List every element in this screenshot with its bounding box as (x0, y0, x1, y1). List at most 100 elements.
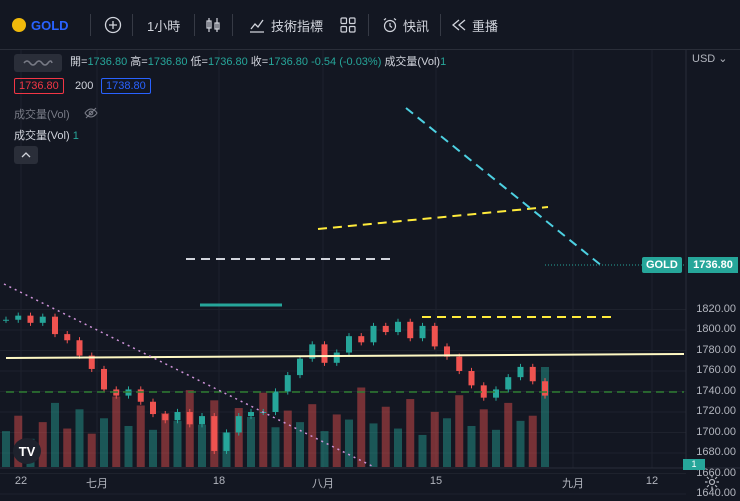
volume-bar (247, 417, 255, 467)
volume-bar (51, 402, 59, 467)
candle-body (272, 391, 279, 412)
candle-body (199, 416, 205, 425)
candle-body (529, 366, 536, 382)
candle-body (468, 371, 475, 386)
volume-bar (492, 429, 500, 467)
last-price-symbol-tag: GOLD (642, 257, 682, 273)
candle-body (297, 358, 303, 376)
sell-price-badge[interactable]: 1736.80 (14, 78, 64, 94)
time-tick-label: 八月 (312, 478, 334, 490)
volume-bar (467, 425, 476, 467)
candle-body (321, 344, 328, 363)
volume-bar (369, 423, 378, 467)
chevron-down-icon: ⌄ (718, 53, 728, 65)
candle-body (64, 334, 71, 341)
candle-body (407, 321, 414, 339)
volume-bar (528, 415, 537, 467)
tradingview-logo[interactable]: TV (13, 438, 41, 464)
time-tick-label: 七月 (86, 478, 108, 490)
volume-bar (112, 396, 121, 467)
change-value: -0.54 (-0.03%) (311, 56, 382, 68)
volume-bar (259, 392, 268, 467)
candle-body (3, 319, 9, 321)
volume-bar (418, 434, 427, 467)
candle-body (248, 412, 254, 417)
close-value: 1736.80 (268, 56, 308, 68)
price-tick-label: 1700.00 (696, 425, 736, 438)
candle-body (235, 416, 242, 433)
candle-body (419, 325, 426, 339)
volume-legend-value: 1 (440, 56, 447, 68)
spread-label: 200 (75, 80, 94, 92)
collapse-legend-button[interactable] (14, 54, 62, 72)
volume-bar (345, 419, 353, 467)
time-tick-label: 12 (645, 475, 659, 487)
candle-body (517, 366, 524, 378)
volume-bar (406, 399, 415, 467)
candle-body (150, 401, 156, 415)
gear-icon[interactable] (704, 474, 720, 490)
candle-body (431, 325, 438, 347)
volume-indicator-label: 成交量(Vol) 1 (14, 130, 79, 142)
ohlc-legend: 開=1736.80 高=1736.80 低=1736.80 收=1736.80 … (70, 56, 447, 68)
candle-body (52, 316, 58, 335)
volume-bar (198, 424, 206, 467)
volume-indicator-label-hidden: 成交量(Vol) (14, 109, 70, 121)
volume-bar (308, 404, 317, 467)
volume-legend-label: 成交量(Vol) (384, 56, 441, 68)
volume-bar (100, 418, 108, 467)
buy-price-badge[interactable]: 1738.80 (101, 78, 151, 94)
price-tick-label: 1780.00 (696, 343, 736, 356)
volume-bar (185, 390, 194, 467)
volume-bar (173, 420, 182, 467)
candle-body (284, 375, 291, 392)
candle-body (76, 340, 83, 356)
candle-body (358, 336, 365, 343)
volume-bar (332, 414, 341, 467)
price-chart[interactable] (0, 0, 740, 501)
high-value: 1736.80 (147, 56, 188, 68)
candle-body (174, 412, 181, 421)
currency-selector[interactable]: USD ⌄ (692, 52, 728, 65)
volume-bar (394, 428, 402, 467)
volume-bar (283, 410, 292, 467)
wave-icon (23, 60, 53, 66)
volume-axis-badge: 1 (683, 459, 705, 470)
candle-body (223, 432, 230, 451)
candle-body (162, 414, 169, 421)
candle-body (505, 377, 512, 390)
candle-body (101, 368, 107, 390)
volume-bar (504, 402, 513, 467)
candle-body (39, 316, 46, 323)
volume-bar (87, 433, 96, 467)
eye-off-icon[interactable] (84, 106, 98, 120)
candle-body (493, 389, 499, 398)
candle-body (395, 321, 401, 333)
volume-bar (357, 387, 366, 467)
price-tick-label: 1800.00 (696, 323, 736, 335)
candle-body (542, 381, 548, 396)
candle-body (186, 412, 193, 425)
price-tick-label: 1760.00 (696, 364, 736, 376)
collapse-indicators-button[interactable] (14, 146, 38, 164)
last-price-tag: 1736.80 (688, 257, 738, 273)
candle-body (346, 336, 352, 353)
volume-bar (320, 431, 329, 467)
candle-body (456, 356, 463, 371)
time-tick-label: 九月 (562, 478, 584, 490)
volume-bar (296, 422, 304, 467)
price-tick-label: 1720.00 (696, 405, 736, 417)
neckline (317, 206, 549, 230)
time-tick-label: 18 (212, 475, 226, 487)
low-value: 1736.80 (207, 56, 248, 68)
time-tick-label: 22 (14, 475, 28, 487)
volume-bar (443, 418, 451, 467)
volume-bar (63, 428, 72, 467)
volume-bar (381, 406, 390, 467)
volume-bar (430, 411, 439, 467)
candle-body (370, 325, 377, 343)
chevron-up-icon (21, 152, 31, 158)
open-value: 1736.80 (87, 56, 128, 68)
candle-body (382, 325, 389, 333)
volume-bar (455, 395, 464, 467)
